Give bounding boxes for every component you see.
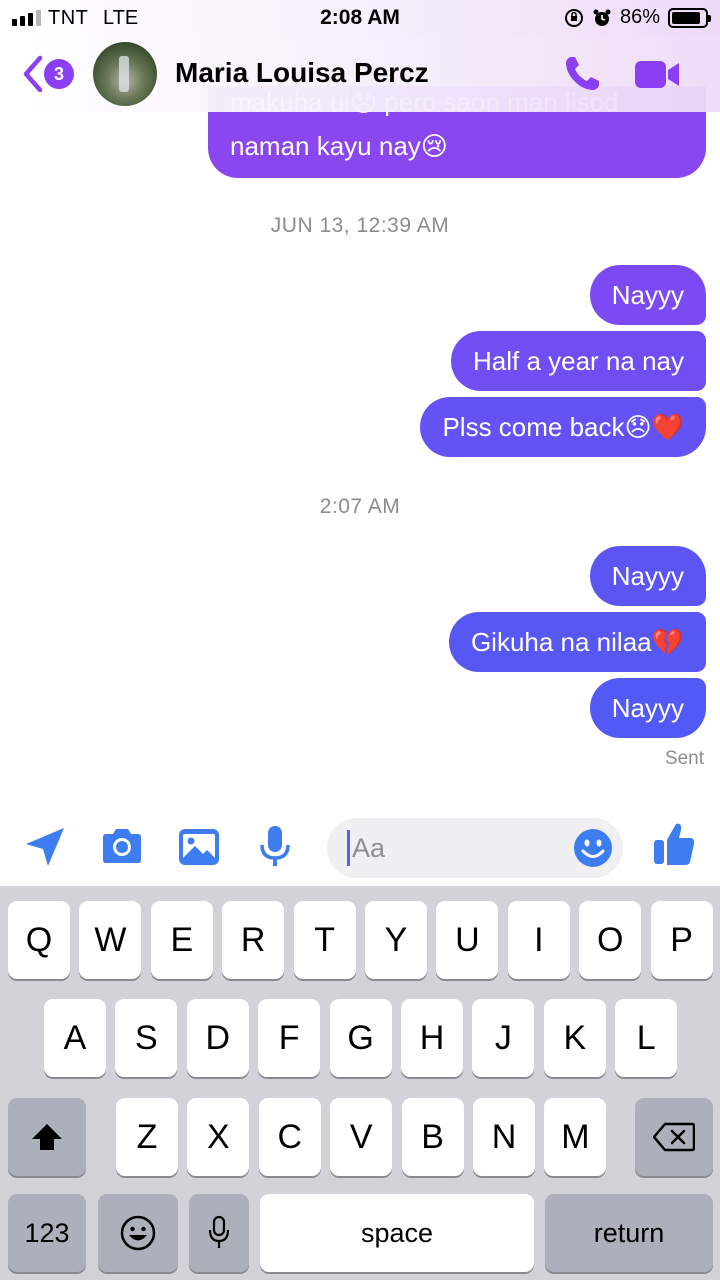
key-n[interactable]: N [473, 1098, 535, 1176]
message-timestamp: 2:07 AM [319, 495, 401, 518]
message-list[interactable]: makuha ui😞 pero saon man lisod naman kay… [0, 0, 720, 800]
message-timestamp: JUN 13, 12:39 AM [270, 214, 450, 237]
message-bubble[interactable]: Nayyy [589, 546, 706, 606]
space-key[interactable]: space [260, 1194, 534, 1272]
key-v[interactable]: V [330, 1098, 393, 1176]
key-u[interactable]: U [436, 901, 499, 979]
emoji-icon[interactable] [573, 828, 613, 868]
delivery-status: Sent [664, 748, 704, 769]
message-bubble[interactable]: Plss come back😞❤️ [420, 397, 706, 457]
message-composer: Aa [0, 806, 720, 886]
microphone-icon[interactable] [252, 824, 298, 870]
unread-count-badge: 3 [44, 59, 74, 89]
chat-header: 3 Maria Louisa Percz [0, 36, 720, 112]
backspace-icon [653, 1122, 695, 1152]
dictation-key[interactable] [189, 1194, 249, 1272]
contact-name[interactable]: Maria Louisa Percz [175, 57, 429, 89]
photo-icon[interactable] [176, 824, 222, 870]
key-l[interactable]: L [615, 999, 678, 1077]
key-o[interactable]: O [579, 901, 642, 979]
message-input-placeholder: Aa [352, 832, 386, 863]
key-d[interactable]: D [186, 999, 249, 1077]
message-bubble[interactable]: Half a year na nay [450, 331, 706, 391]
video-camera-icon[interactable] [632, 54, 682, 94]
key-f[interactable]: F [258, 999, 321, 1077]
key-b[interactable]: B [401, 1098, 464, 1176]
keyboard: 123 space return QWERTYUIOP ASDFGHJKL ZXCV… [0, 886, 720, 1280]
text-caret [347, 830, 350, 866]
key-a[interactable]: A [44, 999, 106, 1077]
emoji-key[interactable] [98, 1194, 178, 1272]
message-text-line: naman kayu nay😢 [230, 131, 448, 161]
numbers-key[interactable]: 123 [8, 1194, 86, 1272]
key-m[interactable]: M [544, 1098, 607, 1176]
message-bubble[interactable]: Nayyy [589, 678, 706, 738]
key-i[interactable]: I [507, 901, 570, 979]
return-key[interactable]: return [545, 1194, 713, 1272]
key-x[interactable]: X [187, 1098, 250, 1176]
key-p[interactable]: P [650, 901, 713, 979]
emoji-keyboard-icon [120, 1215, 156, 1251]
message-bubble[interactable]: Nayyy [589, 265, 706, 325]
key-y[interactable]: Y [365, 901, 427, 979]
key-q[interactable]: Q [8, 901, 70, 979]
key-z[interactable]: Z [116, 1098, 178, 1176]
key-r[interactable]: R [222, 901, 285, 979]
back-button[interactable]: 3 [20, 54, 74, 94]
shift-key[interactable] [8, 1098, 86, 1176]
delete-key[interactable] [635, 1098, 713, 1176]
key-s[interactable]: S [115, 999, 178, 1077]
key-c[interactable]: C [258, 1098, 321, 1176]
avatar[interactable] [93, 42, 157, 106]
key-e[interactable]: E [150, 901, 213, 979]
camera-icon[interactable] [99, 824, 145, 870]
shift-arrow-icon [32, 1124, 62, 1150]
location-arrow-icon[interactable] [22, 824, 68, 870]
key-h[interactable]: H [401, 999, 463, 1077]
message-input[interactable]: Aa [327, 818, 623, 878]
thumbs-up-icon[interactable] [652, 820, 696, 868]
key-j[interactable]: J [472, 999, 535, 1077]
key-k[interactable]: K [543, 999, 606, 1077]
back-chevron-icon [23, 55, 43, 93]
microphone-key-icon [208, 1215, 230, 1248]
key-g[interactable]: G [329, 999, 392, 1077]
phone-icon[interactable] [560, 52, 604, 96]
key-t[interactable]: T [293, 901, 356, 979]
key-w[interactable]: W [79, 901, 142, 979]
message-bubble[interactable]: Gikuha na nilaa💔 [448, 612, 706, 672]
